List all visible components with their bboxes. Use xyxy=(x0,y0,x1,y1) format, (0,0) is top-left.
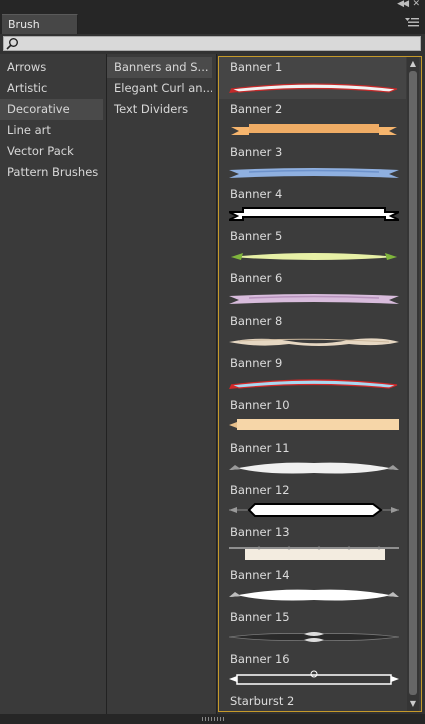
brush-item[interactable]: Banner 1 xyxy=(219,57,406,100)
subcategory-item[interactable]: Banners and S... xyxy=(107,57,212,78)
brush-label: Starburst 2 xyxy=(230,694,295,709)
scroll-down-arrow-icon[interactable]: ▼ xyxy=(407,699,419,709)
category-column: Arrows Artistic Decorative Line art Vector P… xyxy=(0,54,107,714)
brush-preview xyxy=(229,589,399,601)
scroll-up-arrow-icon[interactable]: ▲ xyxy=(407,59,419,69)
search-input[interactable] xyxy=(22,37,418,50)
category-item-decorative[interactable]: Decorative xyxy=(0,99,103,120)
brush-preview xyxy=(229,419,399,431)
brush-item[interactable]: Banner 2 xyxy=(219,99,406,141)
brush-label: Banner 10 xyxy=(230,398,290,413)
brush-list: Banner 1 Banner 2 Banner 3 Banner 4 Banne… xyxy=(219,57,406,711)
category-item-line-art[interactable]: Line art xyxy=(0,120,106,141)
brush-label: Banner 16 xyxy=(230,652,290,667)
brush-label: Banner 5 xyxy=(230,229,283,244)
brush-preview xyxy=(229,502,399,517)
brush-item[interactable]: Banner 5 xyxy=(219,226,406,268)
brush-label: Banner 11 xyxy=(230,440,290,455)
subcategory-item[interactable]: Elegant Curl an... xyxy=(107,78,212,99)
brush-item[interactable]: Banner 3 xyxy=(219,142,406,184)
panel-menu-icon[interactable] xyxy=(405,16,419,30)
brush-label: Banner 9 xyxy=(230,356,283,371)
panel-top-strip: ◀◀ ✕ xyxy=(0,0,425,12)
brush-list-pane: Banner 1 Banner 2 Banner 3 Banner 4 Banne… xyxy=(218,56,422,712)
category-item-arrows[interactable]: Arrows xyxy=(0,57,106,78)
brush-preview xyxy=(231,253,397,261)
tab-brush-library[interactable]: Brush Library xyxy=(2,14,78,51)
brush-label: Banner 2 xyxy=(230,102,283,117)
brush-label: Banner 4 xyxy=(230,186,283,201)
scroll-thumb[interactable] xyxy=(409,71,417,695)
brush-preview xyxy=(229,294,399,305)
resize-grip-icon[interactable] xyxy=(202,717,224,721)
brush-label: Banner 15 xyxy=(230,609,290,624)
brush-preview xyxy=(229,462,399,474)
category-item-artistic[interactable]: Artistic xyxy=(0,78,106,99)
collapse-panel-icon[interactable]: ◀◀ xyxy=(397,0,409,9)
brush-item[interactable]: Banner 4 xyxy=(219,184,406,226)
brush-item[interactable]: Banner 6 xyxy=(219,268,406,310)
brush-label: Banner 12 xyxy=(230,482,290,497)
brush-label: Banner 1 xyxy=(230,60,283,74)
brush-item[interactable]: Banner 8 xyxy=(219,311,406,353)
panel-bottom-bar xyxy=(0,714,425,724)
brush-preview xyxy=(229,670,399,685)
brush-preview xyxy=(229,206,399,221)
brush-item[interactable]: Banner 10 xyxy=(219,395,406,437)
close-panel-icon[interactable]: ✕ xyxy=(412,0,420,9)
tab-bar: Brush Library xyxy=(0,12,425,51)
brush-item[interactable]: Banner 12 xyxy=(219,480,406,522)
browser-columns: Arrows Artistic Decorative Line art Vector P… xyxy=(0,54,425,714)
category-item-vector-pack[interactable]: Vector Pack xyxy=(0,141,106,162)
vertical-scrollbar[interactable]: ▲ ▼ xyxy=(407,57,419,711)
brush-label: Banner 6 xyxy=(230,271,283,286)
brush-item[interactable]: Starburst 2 xyxy=(219,691,406,711)
brush-preview xyxy=(229,546,399,561)
brush-label: Banner 14 xyxy=(230,567,290,582)
brush-preview xyxy=(229,379,398,390)
subcategory-column: Banners and S... Elegant Curl an... Text D… xyxy=(107,54,217,714)
brush-item[interactable]: Banner 9 xyxy=(219,353,406,395)
brush-item[interactable]: Banner 13 xyxy=(219,522,406,564)
category-item-pattern-brushes[interactable]: Pattern Brushes xyxy=(0,162,106,183)
brush-item[interactable]: Banner 14 xyxy=(219,565,406,607)
brush-preview xyxy=(229,167,399,178)
brush-preview xyxy=(231,124,397,136)
brush-label: Banner 13 xyxy=(230,525,290,540)
brush-item[interactable]: Banner 15 xyxy=(219,607,406,649)
search-icon xyxy=(6,38,18,50)
brush-label: Banner 3 xyxy=(230,144,283,159)
brush-preview xyxy=(229,83,398,93)
subcategory-item[interactable]: Text Dividers xyxy=(107,99,212,120)
brush-item[interactable]: Banner 11 xyxy=(219,438,406,480)
brush-label: Banner 8 xyxy=(230,313,283,328)
brush-preview xyxy=(229,631,399,642)
search-bar xyxy=(3,36,421,51)
brush-item[interactable]: Banner 16 xyxy=(219,649,406,691)
brush-preview xyxy=(229,338,399,346)
